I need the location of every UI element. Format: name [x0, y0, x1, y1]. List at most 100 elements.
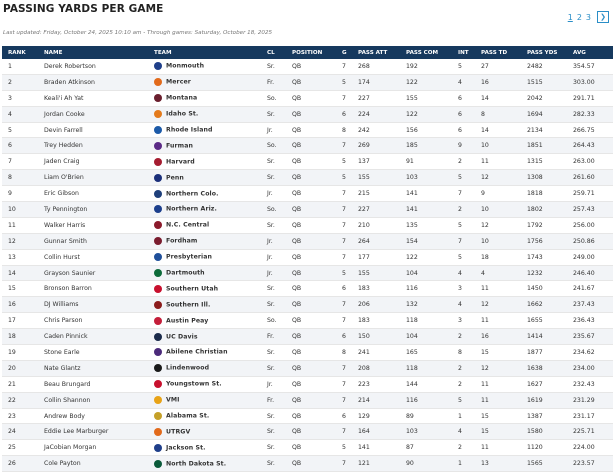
team-link[interactable]: UC Davis — [148, 328, 261, 346]
team-name[interactable]: UC Davis — [166, 333, 198, 340]
pass-att-cell: 241 — [352, 344, 400, 361]
team-name[interactable]: Northern Colo. — [166, 190, 219, 197]
avg-cell: 263.00 — [567, 153, 613, 171]
team-name[interactable]: Lindenwood — [166, 365, 209, 372]
header-pass-td[interactable]: PASS TD — [475, 46, 521, 59]
team-name[interactable]: Monmouth — [166, 63, 204, 70]
team-link[interactable]: Idaho St. — [148, 106, 261, 123]
table-row: 9 Eric Gibson Northern Colo. Jr. QB 7 215 141 7 9… — [2, 185, 613, 203]
team-link[interactable]: Northern Ariz. — [148, 201, 261, 218]
rank-cell: 15 — [2, 280, 38, 298]
header-avg[interactable]: AVG — [567, 46, 613, 59]
header-pass-att[interactable]: PASS ATT — [352, 46, 400, 59]
team-link[interactable]: Southern Ill. — [148, 296, 261, 314]
team-link[interactable]: Presbyterian — [148, 249, 261, 266]
header-pass-yds[interactable]: PASS YDS — [521, 46, 567, 59]
position-cell: QB — [286, 233, 336, 250]
team-name[interactable]: Southern Utah — [166, 285, 218, 292]
int-cell: 5 — [452, 59, 475, 75]
page-link-2[interactable]: 2 — [576, 13, 583, 22]
team-link[interactable]: Lindenwood — [148, 360, 261, 377]
team-link[interactable]: Austin Peay — [148, 312, 261, 330]
team-link[interactable]: Furman — [148, 137, 261, 155]
pass-td-cell: 12 — [475, 169, 521, 187]
team-name[interactable]: Montana — [166, 95, 197, 102]
position-cell: QB — [286, 74, 336, 91]
team-link[interactable]: Rhode Island — [148, 122, 261, 139]
team-link[interactable]: Abilene Christian — [148, 344, 261, 361]
pass-yds-cell: 1565 — [521, 455, 567, 472]
class-cell: Fr. — [261, 74, 286, 91]
team-name[interactable]: Alabama St. — [166, 413, 209, 420]
team-name[interactable]: Penn — [166, 174, 184, 181]
class-cell: So. — [261, 312, 286, 330]
avg-cell: 232.43 — [567, 376, 613, 393]
team-link[interactable]: Penn — [148, 169, 261, 187]
position-cell: QB — [286, 217, 336, 234]
team-name[interactable]: Jackson St. — [166, 444, 206, 451]
team-link[interactable]: Southern Utah — [148, 280, 261, 298]
team-name[interactable]: N.C. Central — [166, 222, 209, 229]
team-name[interactable]: Idaho St. — [166, 111, 198, 118]
team-link[interactable]: Monmouth — [148, 59, 261, 75]
pass-att-cell: 269 — [352, 137, 400, 155]
position-cell: QB — [286, 344, 336, 361]
team-logo-icon — [154, 316, 162, 325]
team-link[interactable]: Mercer — [148, 74, 261, 91]
games-cell: 7 — [336, 59, 352, 75]
team-name[interactable]: Abilene Christian — [166, 349, 228, 356]
team-name[interactable]: Dartmouth — [166, 270, 205, 277]
team-link[interactable]: Northern Colo. — [148, 185, 261, 203]
team-name[interactable]: Presbyterian — [166, 254, 212, 261]
team-link[interactable]: Harvard — [148, 153, 261, 171]
header-name[interactable]: NAME — [38, 46, 148, 59]
last-updated-text: Last updated: Friday, October 24, 2025 1… — [3, 30, 273, 36]
team-name[interactable]: Northern Ariz. — [166, 206, 217, 213]
team-name[interactable]: Youngstown St. — [166, 381, 222, 388]
team-name[interactable]: North Dakota St. — [166, 460, 226, 467]
player-name: Caden Pinnick — [38, 328, 148, 346]
team-name[interactable]: Harvard — [166, 158, 195, 165]
table-row: 1 Derek Robertson Monmouth Sr. QB 7 268 192 5 27 2… — [2, 59, 613, 75]
page-link-3[interactable]: 3 — [585, 13, 592, 22]
team-name[interactable]: VMI — [166, 397, 180, 404]
team-link[interactable]: Youngstown St. — [148, 376, 261, 393]
header-rank[interactable]: RANK — [2, 46, 38, 59]
header-g[interactable]: G — [336, 46, 352, 59]
team-link[interactable]: Fordham — [148, 233, 261, 250]
avg-cell: 259.71 — [567, 185, 613, 203]
team-link[interactable]: Dartmouth — [148, 265, 261, 282]
team-name[interactable]: Mercer — [166, 79, 191, 86]
pass-com-cell: 103 — [400, 423, 452, 441]
team-link[interactable]: Montana — [148, 90, 261, 107]
int-cell: 2 — [452, 439, 475, 457]
header-team[interactable]: TEAM — [148, 46, 261, 59]
class-cell: Sr. — [261, 106, 286, 123]
header-position[interactable]: POSITION — [286, 46, 336, 59]
header-int[interactable]: INT — [452, 46, 475, 59]
avg-cell: 234.62 — [567, 344, 613, 361]
next-page-icon[interactable]: ❯ — [597, 11, 609, 23]
team-name[interactable]: Rhode Island — [166, 127, 213, 134]
int-cell: 1 — [452, 408, 475, 425]
header-cl[interactable]: CL — [261, 46, 286, 59]
header-pass-com[interactable]: PASS COM — [400, 46, 452, 59]
team-name[interactable]: Furman — [166, 142, 193, 149]
pass-yds-cell: 1655 — [521, 312, 567, 330]
team-link[interactable]: UTRGV — [148, 423, 261, 441]
page-link-1[interactable]: 1 — [567, 13, 574, 22]
team-link[interactable]: Alabama St. — [148, 408, 261, 425]
position-cell: QB — [286, 439, 336, 457]
team-name[interactable]: Southern Ill. — [166, 301, 210, 308]
team-link[interactable]: North Dakota St. — [148, 455, 261, 472]
team-name[interactable]: Fordham — [166, 238, 197, 245]
team-name[interactable]: UTRGV — [166, 428, 190, 435]
pass-yds-cell: 1450 — [521, 280, 567, 298]
pass-td-cell: 9 — [475, 185, 521, 203]
team-link[interactable]: VMI — [148, 392, 261, 409]
games-cell: 7 — [336, 296, 352, 314]
int-cell: 1 — [452, 455, 475, 472]
team-link[interactable]: Jackson St. — [148, 439, 261, 457]
team-link[interactable]: N.C. Central — [148, 217, 261, 234]
team-name[interactable]: Austin Peay — [166, 317, 208, 324]
